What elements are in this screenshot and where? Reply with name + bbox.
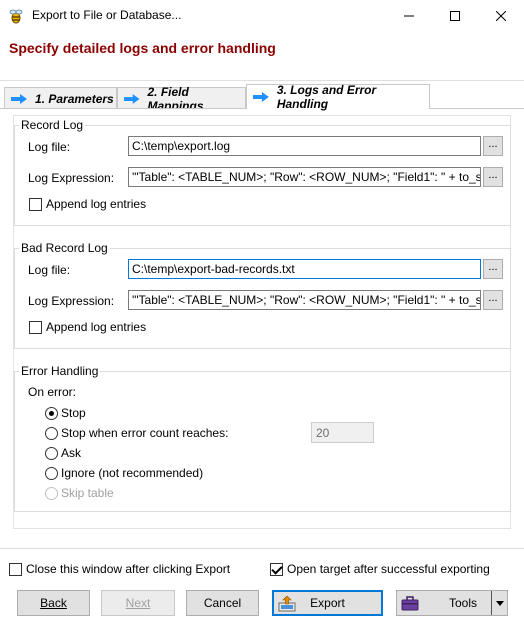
open-target-checkbox[interactable]: Open target after successful exporting <box>270 562 490 576</box>
record-log-expression-browse-button[interactable]: ... <box>483 167 503 187</box>
record-log-file-label: Log file: <box>28 140 71 154</box>
tab-strip: 1. Parameters 2. Field Mappings 3. Logs … <box>0 83 524 113</box>
minimize-icon <box>404 15 414 17</box>
bad-record-log-expression-browse-button[interactable]: ... <box>483 290 503 310</box>
title-bar: Export to File or Database... <box>0 0 524 32</box>
cancel-button[interactable]: Cancel <box>186 590 259 616</box>
bad-record-log-legend: Bad Record Log <box>21 241 108 255</box>
checkbox-label: Close this window after clicking Export <box>26 562 231 576</box>
radio-label: Skip table <box>61 486 114 500</box>
tab-logs-error-handling[interactable]: 3. Logs and Error Handling <box>246 83 430 111</box>
bad-record-log-expression-label: Log Expression: <box>28 294 115 308</box>
arrow-right-icon <box>253 92 269 102</box>
tab-field-mappings[interactable]: 2. Field Mappings <box>117 85 246 113</box>
radio-label: Stop <box>61 406 86 420</box>
bad-record-log-file-browse-button[interactable]: ... <box>483 259 503 279</box>
radio-label: Ignore (not recommended) <box>61 466 204 480</box>
radio-label: Ask <box>61 446 82 460</box>
tools-button[interactable]: Tools <box>396 590 508 616</box>
bad-record-log-file-input[interactable]: C:\temp\export-bad-records.txt <box>128 259 481 279</box>
radio-dot <box>45 446 58 460</box>
radio-stop[interactable]: Stop <box>45 406 86 420</box>
record-log-expression-label: Log Expression: <box>28 171 115 185</box>
export-button-label: Export <box>310 596 345 610</box>
bad-record-log-append-checkbox[interactable]: Append log entries <box>29 320 146 334</box>
record-log-file-browse-button[interactable]: ... <box>483 136 503 156</box>
record-log-file-input[interactable]: C:\temp\export.log <box>128 136 481 156</box>
checkbox-box-checked <box>270 562 283 576</box>
arrow-right-icon <box>124 93 140 104</box>
bad-record-log-file-label: Log file: <box>28 263 71 277</box>
checkbox-label: Open target after successful exporting <box>287 562 490 576</box>
record-log-legend: Record Log <box>21 118 84 132</box>
checkbox-box <box>29 320 42 334</box>
bad-record-log-expression-input[interactable]: '"Table": <TABLE_NUM>; "Row": <ROW_NUM>;… <box>128 290 481 310</box>
window-title: Export to File or Database... <box>32 8 182 22</box>
back-button-label: Back <box>40 596 67 610</box>
record-log-expression-input[interactable]: '"Table": <TABLE_NUM>; "Row": <ROW_NUM>;… <box>128 167 481 187</box>
radio-ask[interactable]: Ask <box>45 446 81 460</box>
error-count-input[interactable]: 20 <box>311 422 374 443</box>
toolbox-icon <box>401 596 419 611</box>
radio-ignore[interactable]: Ignore (not recommended) <box>45 466 203 480</box>
checkbox-label: Append log entries <box>46 197 147 211</box>
footer-divider <box>0 548 524 549</box>
next-button-label: Next <box>125 596 151 610</box>
on-error-label: On error: <box>28 385 77 399</box>
header-divider <box>0 80 524 81</box>
next-button[interactable]: Next <box>101 590 175 616</box>
maximize-icon <box>450 11 460 21</box>
bee-icon <box>9 9 23 24</box>
export-icon <box>278 596 296 612</box>
tab-parameters[interactable]: 1. Parameters <box>4 87 117 109</box>
maximize-button[interactable] <box>432 0 478 32</box>
page-title: Specify detailed logs and error handling <box>9 40 276 56</box>
radio-label: Stop when error count reaches: <box>61 426 229 440</box>
minimize-button[interactable] <box>386 0 432 32</box>
radio-dot <box>45 406 58 420</box>
export-button[interactable]: Export <box>272 590 383 616</box>
tab-label: 3. Logs and Error Handling <box>276 83 377 111</box>
back-button[interactable]: Back <box>17 590 90 616</box>
checkbox-box <box>9 562 22 576</box>
radio-stop-when-count[interactable]: Stop when error count reaches: <box>45 426 228 440</box>
chevron-down-icon <box>495 600 504 606</box>
tools-button-label: Tools <box>448 596 477 610</box>
radio-skip-table[interactable]: Skip table <box>45 486 114 500</box>
error-handling-legend: Error Handling <box>21 364 99 378</box>
radio-dot <box>45 466 58 480</box>
close-icon <box>496 11 506 21</box>
arrow-right-icon <box>11 93 27 104</box>
record-log-append-checkbox[interactable]: Append log entries <box>29 197 146 211</box>
cancel-button-label: Cancel <box>203 596 242 610</box>
tab-label: 1. Parameters <box>35 91 114 106</box>
radio-dot <box>45 486 58 500</box>
checkbox-label: Append log entries <box>46 320 147 334</box>
checkbox-box <box>29 197 42 211</box>
tools-dropdown-toggle[interactable] <box>491 591 507 615</box>
radio-dot <box>45 426 58 440</box>
close-after-export-checkbox[interactable]: Close this window after clicking Export <box>9 562 230 576</box>
close-button[interactable] <box>478 0 524 32</box>
